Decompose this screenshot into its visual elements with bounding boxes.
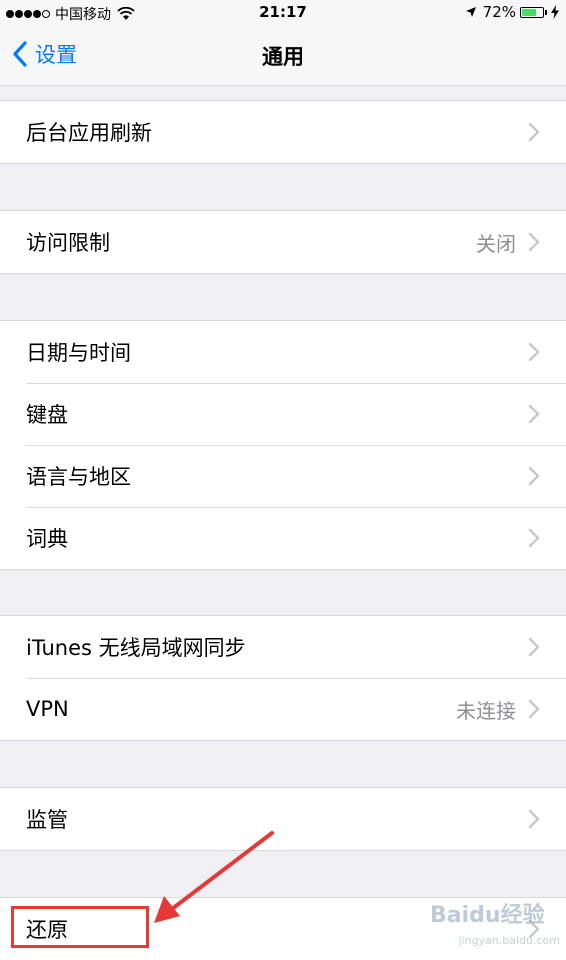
row-value: 未连接 [456,698,516,723]
row-label: 还原 [26,918,68,942]
watermark-logo-text: Baidu经验 [430,902,545,928]
settings-row-itunes-wifi-sync[interactable]: iTunes 无线局域网同步 [0,616,566,678]
location-arrow-icon [465,7,476,17]
row-label: 访问限制 [26,231,110,255]
settings-row-restrictions[interactable]: 访问限制 关闭 [0,211,566,273]
watermark: Baidu经验 jingyan.baidu.com [430,896,560,947]
settings-row-language-region[interactable]: 语言与地区 [0,445,566,507]
watermark-url: jingyan.baidu.com [458,934,560,947]
chevron-right-icon [528,809,540,829]
battery-fill [522,8,537,16]
row-label: VPN [26,697,69,721]
row-label: 词典 [26,527,68,551]
row-label: 语言与地区 [26,465,131,489]
chevron-right-icon [528,342,540,362]
row-label: 日期与时间 [26,341,131,365]
row-label: iTunes 无线局域网同步 [26,636,246,660]
navigation-bar: 设置 通用 [0,26,566,86]
settings-row-background-app-refresh[interactable]: 后台应用刷新 [0,101,566,163]
settings-group: 后台应用刷新 [0,100,566,164]
chevron-right-icon [528,699,540,719]
row-label: 后台应用刷新 [26,121,152,145]
chevron-right-icon [528,232,540,252]
row-label: 键盘 [26,403,68,427]
settings-row-dictionary[interactable]: 词典 [0,507,566,569]
settings-row-date-time[interactable]: 日期与时间 [0,321,566,383]
status-bar: 中国移动 21:17 72% [0,0,566,26]
charging-bolt-icon [551,5,559,19]
chevron-right-icon [528,404,540,424]
chevron-right-icon [528,637,540,657]
row-value: 关闭 [476,231,516,256]
settings-row-vpn[interactable]: VPN 未连接 [0,678,566,740]
row-label: 监管 [26,808,68,832]
battery-tip [545,9,547,15]
chevron-right-icon [528,466,540,486]
chevron-right-icon [528,122,540,142]
battery-icon [520,6,544,18]
settings-group: 访问限制 关闭 [0,210,566,274]
status-right: 72% [465,3,560,21]
settings-row-supervision[interactable]: 监管 [0,788,566,850]
settings-group: iTunes 无线局域网同步 VPN 未连接 [0,615,566,741]
settings-row-keyboard[interactable]: 键盘 [0,383,566,445]
page-title: 通用 [262,45,304,69]
battery-percent: 72% [482,3,516,21]
chevron-right-icon [528,528,540,548]
baidu-logo-icon: Baidu经验 [430,902,545,928]
settings-group: 日期与时间 键盘 语言与地区 词典 [0,320,566,570]
settings-group: 监管 [0,787,566,851]
